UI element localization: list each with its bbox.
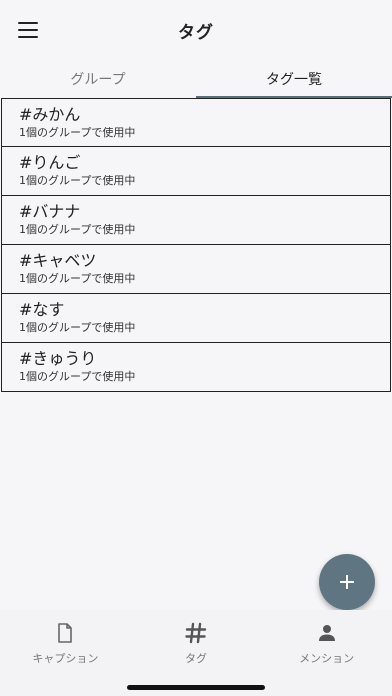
person-icon [318,622,336,644]
nav-label: キャプション [32,652,99,665]
tag-name: #きゅうり [19,349,97,368]
tab-tag-list[interactable]: タグ一覧 [196,60,392,98]
app-screen: タグ グループ タグ一覧 #みかん 1個のグループで使用中 #りんご 1個のグル… [0,0,392,696]
nav-label: タグ [185,652,207,665]
list-item[interactable]: #みかん 1個のグループで使用中 [1,98,391,147]
add-tag-button[interactable] [319,554,375,610]
nav-item-caption[interactable]: キャプション [0,610,131,696]
tag-name: #なす [19,300,65,319]
list-item[interactable]: #りんご 1個のグループで使用中 [1,147,391,196]
nav-item-mention[interactable]: メンション [261,610,392,696]
page-title: タグ [178,22,214,43]
tag-list: #みかん 1個のグループで使用中 #りんご 1個のグループで使用中 #バナナ 1… [1,98,391,392]
hash-icon [185,622,207,644]
tag-name: #みかん [19,105,81,124]
document-icon [57,622,73,644]
tag-name: #キャベツ [19,251,97,270]
tag-usage: 1個のグループで使用中 [19,272,136,285]
tag-usage: 1個のグループで使用中 [19,370,136,383]
list-item[interactable]: #なす 1個のグループで使用中 [1,294,391,343]
list-item[interactable]: #キャベツ 1個のグループで使用中 [1,245,391,294]
tag-name: #りんご [19,153,81,172]
tab-groups[interactable]: グループ [0,60,196,98]
tag-usage: 1個のグループで使用中 [19,126,136,139]
nav-item-tag[interactable]: タグ [131,610,262,696]
hamburger-menu-icon[interactable] [18,22,38,38]
header: タグ [0,0,392,60]
tag-usage: 1個のグループで使用中 [19,223,136,236]
tag-usage: 1個のグループで使用中 [19,174,136,187]
plus-icon [340,575,354,589]
home-indicator [127,685,265,690]
list-item[interactable]: #バナナ 1個のグループで使用中 [1,196,391,245]
bottom-nav: キャプション タグ メンション [0,610,392,696]
nav-label: メンション [299,652,355,665]
tag-name: #バナナ [19,202,81,221]
list-item[interactable]: #きゅうり 1個のグループで使用中 [1,343,391,392]
tag-usage: 1個のグループで使用中 [19,321,136,334]
tab-bar: グループ タグ一覧 [0,60,392,98]
